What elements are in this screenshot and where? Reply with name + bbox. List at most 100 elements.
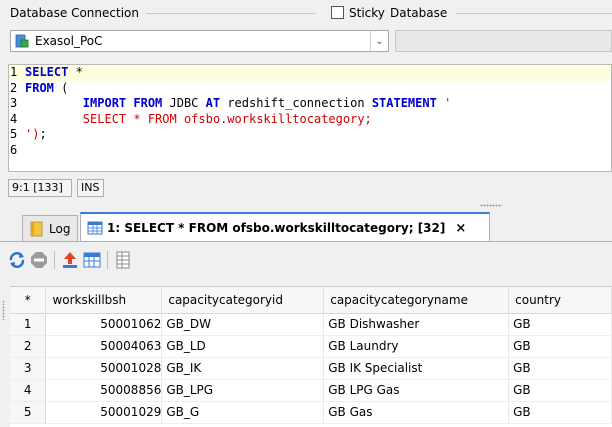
editor-line[interactable]: 4 SELECT * FROM ofsbo.workskilltocategor…	[9, 112, 611, 128]
sql-token: ;	[39, 127, 47, 141]
column-header-capacitycategoryid[interactable]: capacitycategoryid	[161, 287, 325, 314]
editor-line[interactable]: 1 SELECT *	[9, 65, 611, 81]
editor-line[interactable]: 5 ');	[9, 127, 611, 143]
column-header-rownum[interactable]: *	[10, 287, 47, 314]
cell-capacitycategoryid[interactable]: GB_LD	[161, 335, 325, 358]
cell-workskillbsh[interactable]: 50001028	[45, 357, 163, 380]
tab-divider	[0, 241, 612, 242]
sql-string: SELECT * FROM ofsbo.workskilltocategory;	[25, 111, 372, 126]
cell-country[interactable]: GB	[508, 401, 612, 424]
line-number: 3	[10, 96, 18, 110]
table-icon	[87, 221, 103, 235]
table-row[interactable]: 3 50001028 GB_IK GB IK Specialist GB	[10, 357, 612, 380]
fieldset-divider	[146, 13, 316, 14]
cell-capacitycategoryname[interactable]: GB LPG Gas	[323, 379, 510, 402]
editor-line[interactable]: 2 FROM (	[9, 81, 611, 97]
code-text: SELECT * FROM ofsbo.workskilltocategory;	[25, 112, 372, 128]
cell-capacitycategoryname[interactable]: GB Dishwasher	[323, 313, 510, 336]
splitter-grip[interactable]	[480, 204, 502, 207]
cell-capacitycategoryname[interactable]: GB Gas	[323, 401, 510, 424]
cell-country[interactable]: GB	[508, 357, 612, 380]
row-number[interactable]: 4	[10, 379, 47, 402]
close-icon[interactable]: ×	[455, 221, 466, 236]
sticky-checkbox[interactable]	[331, 6, 344, 19]
row-number[interactable]: 2	[10, 335, 47, 358]
cell-workskillbsh[interactable]: 50001029	[45, 401, 163, 424]
panel-grip[interactable]	[2, 300, 5, 320]
line-number: 6	[10, 142, 18, 157]
insert-mode-indicator: INS	[77, 179, 104, 197]
sql-token: *	[68, 65, 83, 79]
table-row[interactable]: 2 50004063 GB_LD GB Laundry GB	[10, 335, 612, 358]
code-text: ');	[25, 127, 47, 143]
sql-keyword: IMPORT FROM	[82, 96, 163, 110]
cell-workskillbsh[interactable]: 50008856	[45, 379, 163, 402]
result-table: * workskillbsh capacitycategoryid capaci…	[10, 287, 612, 424]
cell-country[interactable]: GB	[508, 335, 612, 358]
table-row[interactable]: 1 50001062 GB_DW GB Dishwasher GB	[10, 313, 612, 336]
code-text: SELECT *	[25, 65, 83, 81]
export-icon	[63, 252, 77, 268]
chevron-down-icon[interactable]: ⌄	[370, 31, 388, 51]
toolbar-separator	[107, 251, 108, 269]
sql-editor[interactable]: 1 SELECT * 2 FROM (3 IMPORT FROM JDBC AT re…	[8, 64, 612, 172]
sql-keyword: STATEMENT	[371, 96, 437, 110]
result-tabs: Log 1: SELECT * FROM ofsbo.workskilltoca…	[0, 212, 612, 242]
database-connection-label: Database Connection	[8, 6, 141, 20]
sql-token: (	[53, 80, 69, 95]
code-text: FROM (	[25, 81, 68, 97]
cell-capacitycategoryname[interactable]: GB Laundry	[323, 335, 510, 358]
column-header-country[interactable]: country	[508, 287, 612, 314]
sql-keyword: AT	[205, 96, 221, 110]
cell-capacitycategoryid[interactable]: GB_IK	[161, 357, 325, 380]
tab-log[interactable]: Log	[22, 215, 78, 242]
result-toolbar	[8, 248, 132, 272]
cell-workskillbsh[interactable]: 50004063	[45, 335, 163, 358]
column-header-capacitycategoryname[interactable]: capacitycategoryname	[323, 287, 510, 314]
line-number: 1	[10, 65, 18, 79]
row-number[interactable]: 3	[10, 357, 47, 380]
sticky-label: Sticky	[347, 6, 387, 20]
stop-button[interactable]	[30, 251, 48, 269]
cell-country[interactable]: GB	[508, 379, 612, 402]
toolbar-separator	[54, 251, 55, 269]
column-view-button[interactable]	[114, 251, 132, 269]
database-icon	[15, 34, 29, 48]
cell-country[interactable]: GB	[508, 313, 612, 336]
column-icon	[116, 251, 130, 269]
export-button[interactable]	[61, 251, 79, 269]
editor-line[interactable]: 3 IMPORT FROM JDBC AT redshift_connectio…	[9, 96, 611, 112]
table-row[interactable]: 5 50001029 GB_G GB Gas GB	[10, 401, 612, 424]
row-number[interactable]: 5	[10, 401, 47, 424]
refresh-button[interactable]	[8, 251, 26, 269]
row-number[interactable]: 1	[10, 313, 47, 336]
cell-workskillbsh[interactable]: 50001062	[45, 313, 163, 336]
editor-line[interactable]: 6	[9, 143, 611, 159]
cell-capacitycategoryid[interactable]: GB_G	[161, 401, 325, 424]
column-header-workskillbsh[interactable]: workskillbsh	[45, 287, 163, 314]
tab-result-label: 1: SELECT * FROM ofsbo.workskilltocatego…	[107, 221, 446, 235]
header-row: * workskillbsh capacitycategoryid capaci…	[10, 287, 612, 314]
grid-icon	[83, 252, 101, 268]
result-grid: * workskillbsh capacitycategoryid capaci…	[10, 286, 612, 427]
cell-capacitycategoryid[interactable]: GB_LPG	[161, 379, 325, 402]
sql-string: ')	[25, 127, 40, 141]
cell-capacitycategoryid[interactable]: GB_DW	[161, 313, 325, 336]
fieldset-divider	[456, 13, 612, 14]
refresh-icon	[9, 252, 25, 268]
cursor-position: 9:1 [133]	[8, 179, 72, 197]
cell-capacitycategoryname[interactable]: GB IK Specialist	[323, 357, 510, 380]
table-row[interactable]: 4 50008856 GB_LPG GB LPG Gas GB	[10, 379, 612, 402]
line-number: 5	[10, 127, 18, 141]
database-select[interactable]	[395, 30, 612, 52]
sql-string: '	[436, 96, 452, 110]
code-text: IMPORT FROM JDBC AT redshift_connection …	[25, 96, 452, 112]
stop-icon	[31, 252, 47, 268]
sql-keyword: FROM	[25, 80, 54, 95]
grid-view-button[interactable]	[83, 251, 101, 269]
log-icon	[30, 221, 43, 237]
connection-select[interactable]: Exasol_PoC ⌄	[10, 30, 389, 52]
sql-token: redshift_connection	[220, 96, 372, 110]
tab-result-1[interactable]: 1: SELECT * FROM ofsbo.workskilltocatego…	[80, 212, 490, 242]
database-label: Database	[388, 6, 450, 20]
